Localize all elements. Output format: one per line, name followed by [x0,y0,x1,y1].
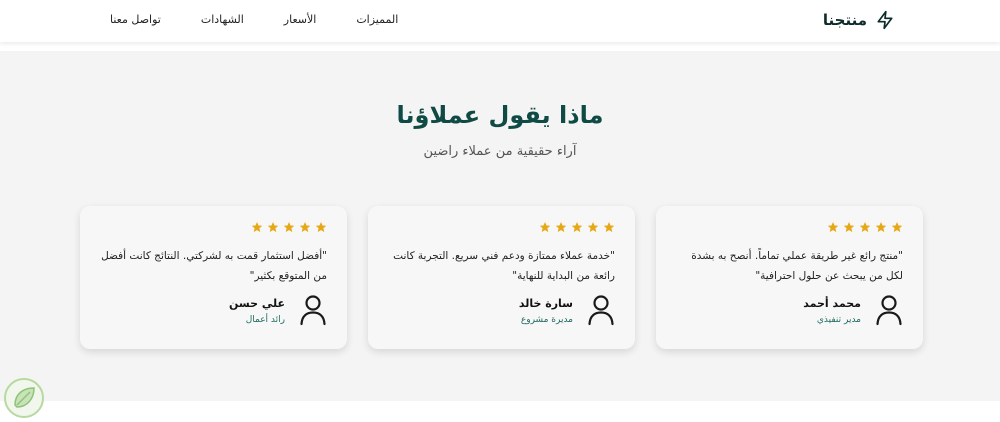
star-icon [875,222,887,232]
section-subtitle: آراء حقيقية من عملاء راضين [423,144,577,159]
leaf-icon [14,387,35,408]
star-icon [283,222,295,232]
star-icon [267,222,279,232]
star-icon [571,222,583,232]
user-icon [876,295,902,326]
testimonial-card: "منتج رائع غير طريقة عملي تماماً. أنصح ب… [656,206,923,349]
star-icon [603,222,615,232]
testimonial-quote: "منتج رائع غير طريقة عملي تماماً. أنصح ب… [691,250,903,282]
navbar: منتجنا تواصل معنا الشهادات الأسعار الممي… [0,0,1000,42]
header-divider [0,42,1000,51]
nav-link-features[interactable]: المميزات [356,13,398,26]
rating-stars [251,221,327,233]
star-icon [555,222,567,232]
star-icon [891,222,903,232]
lightning-icon [877,10,893,30]
testimonial-quote: "أفضل استثمار قمت به لشركتي. النتائج كان… [101,250,327,282]
brand-logo[interactable]: منتجنا [823,10,895,30]
author-name: علي حسن [229,297,285,310]
star-icon [315,222,327,232]
star-icon [299,222,311,232]
user-icon [300,295,326,326]
nav-links: تواصل معنا الشهادات الأسعار المميزات [110,13,398,26]
star-icon [843,222,855,232]
brand-name: منتجنا [822,11,867,29]
author-name: سارة خالد [518,297,573,310]
author-role: رائد أعمال [245,315,285,325]
rating-stars [539,221,615,233]
testimonial-card: "أفضل استثمار قمت به لشركتي. النتائج كان… [80,206,347,349]
author-role: مديرة مشروع [520,315,573,325]
section-title: ماذا يقول عملاؤنا [396,101,604,129]
star-icon [587,222,599,232]
star-icon [251,222,263,232]
star-icon [827,222,839,232]
rating-stars [827,221,903,233]
user-icon [588,295,614,326]
nav-link-pricing[interactable]: الأسعار [284,13,317,26]
nav-link-contact[interactable]: تواصل معنا [110,13,161,26]
nav-link-testimonials[interactable]: الشهادات [201,13,244,26]
star-icon [539,222,551,232]
testimonials-section: ماذا يقول عملاؤنا آراء حقيقية من عملاء ر… [0,51,1000,401]
testimonial-quote: "خدمة عملاء ممتازة ودعم فني سريع. التجرب… [393,250,615,282]
testimonial-card: "خدمة عملاء ممتازة ودعم فني سريع. التجرب… [368,206,635,349]
floating-badge[interactable] [4,378,44,418]
author-name: محمد أحمد [803,297,861,310]
star-icon [859,222,871,232]
author-role: مدير تنفيذي [816,315,861,325]
